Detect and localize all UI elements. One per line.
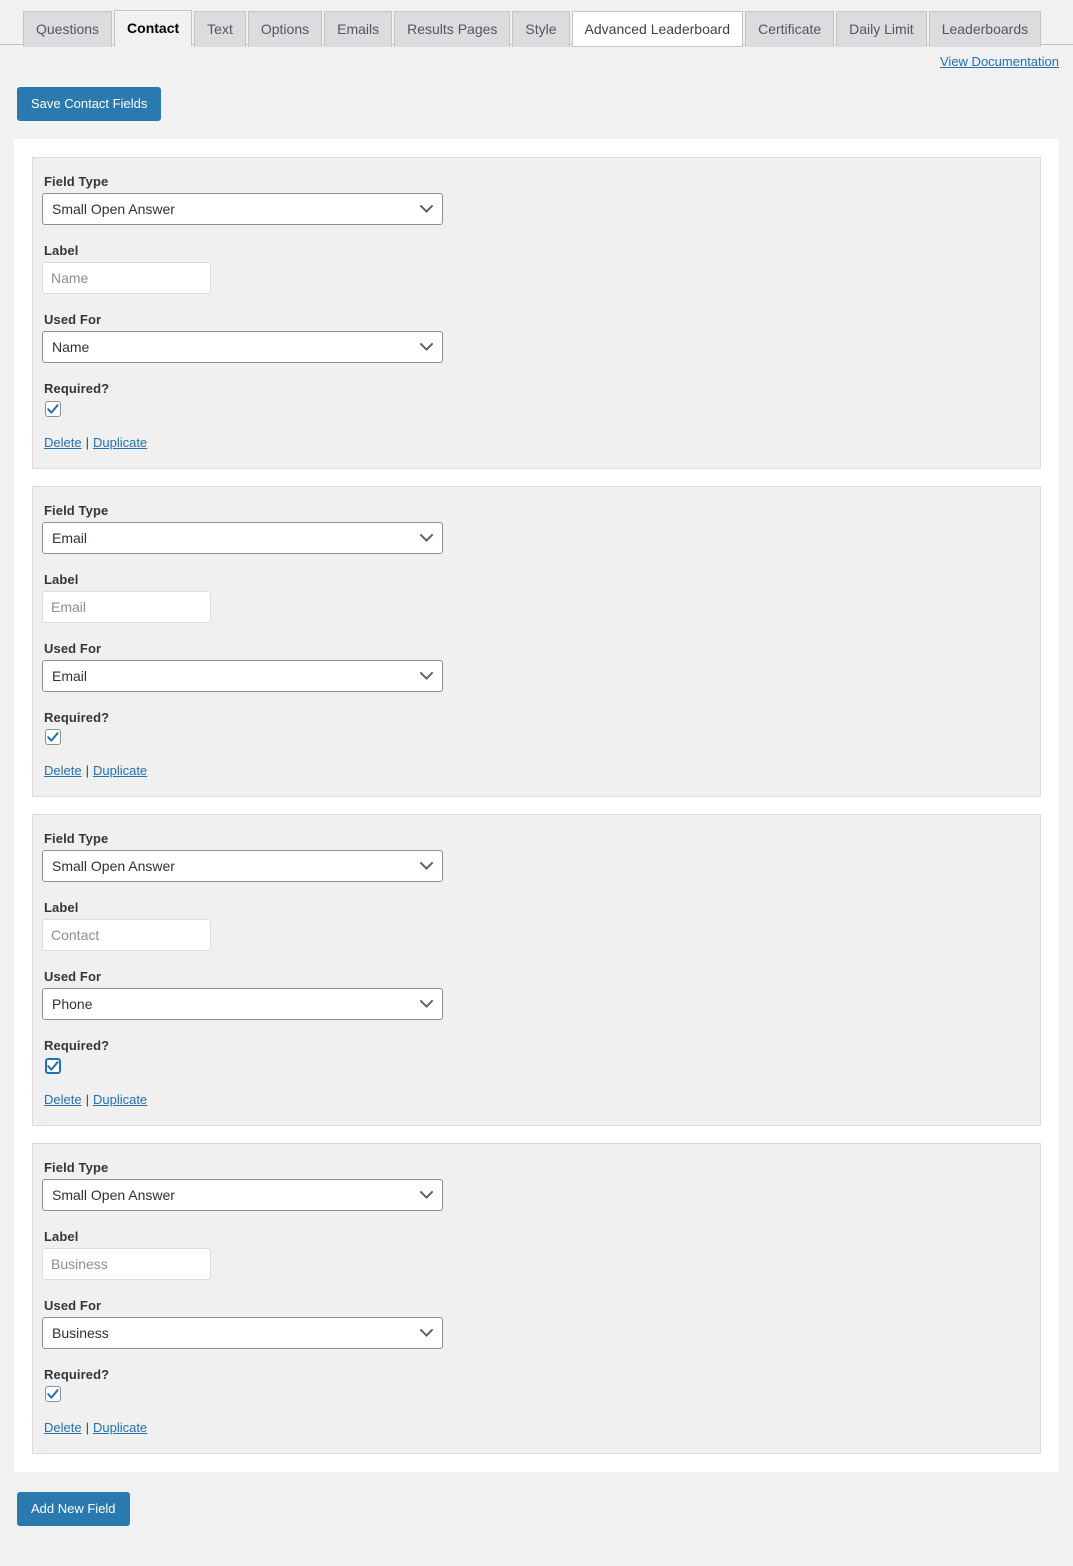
- field-type-value: Small Open Answer: [52, 858, 175, 875]
- required-checkbox-wrap: [45, 1057, 1022, 1074]
- page-root: Questions Contact Text Options Emails Results…: [0, 0, 1073, 1566]
- tab-contact[interactable]: Contact: [114, 10, 193, 47]
- required-checkbox[interactable]: [45, 729, 61, 746]
- duplicate-link[interactable]: Duplicate: [93, 1092, 147, 1107]
- action-separator: |: [85, 1091, 89, 1107]
- field-type-value: Small Open Answer: [52, 201, 175, 217]
- duplicate-link[interactable]: Duplicate: [93, 435, 147, 450]
- used-for-value: Phone: [52, 996, 93, 1013]
- required-label: Required?: [44, 381, 110, 396]
- label-label: Label: [44, 1228, 79, 1244]
- documentation-row: View Documentation: [0, 45, 1073, 79]
- label-input[interactable]: [42, 262, 211, 294]
- check-icon: [46, 1059, 60, 1073]
- field-type-value: Email: [52, 529, 88, 546]
- duplicate-link[interactable]: Duplicate: [93, 1420, 147, 1435]
- used-for-value: Name: [52, 339, 90, 355]
- used-for-label: Used For: [44, 969, 102, 985]
- save-contact-fields-button[interactable]: Save Contact Fields: [17, 87, 162, 121]
- label-label: Label: [44, 900, 79, 916]
- tab-leaderboards[interactable]: Leaderboards: [928, 11, 1042, 47]
- used-for-label: Used For: [44, 312, 102, 327]
- delete-link[interactable]: Delete: [44, 763, 82, 778]
- action-separator: |: [85, 1420, 89, 1436]
- label-label: Label: [44, 571, 79, 587]
- required-label: Required?: [44, 1366, 110, 1382]
- required-checkbox-wrap: [45, 1386, 1022, 1403]
- chevron-down-icon: [419, 1318, 433, 1348]
- action-separator: |: [85, 434, 89, 450]
- tab-bar: Questions Contact Text Options Emails Results…: [0, 0, 1073, 47]
- field-panel: Field Type Email Label Used For Email Require…: [32, 485, 1041, 798]
- field-type-select[interactable]: Email: [42, 521, 443, 554]
- tab-advanced-leaderboard[interactable]: Advanced Leaderboard: [571, 11, 744, 47]
- chevron-down-icon: [419, 523, 433, 553]
- row-actions: Delete | Duplicate: [44, 435, 1022, 450]
- tab-text[interactable]: Text: [194, 11, 246, 47]
- save-button-row: Save Contact Fields: [0, 79, 1073, 121]
- field-panel: Field Type Small Open Answer Label Used For…: [32, 814, 1041, 1126]
- chevron-down-icon: [419, 661, 433, 691]
- row-actions: Delete | Duplicate: [44, 1420, 1022, 1435]
- tab-emails[interactable]: Emails: [324, 11, 393, 47]
- label-label: Label: [44, 243, 79, 258]
- field-type-value: Small Open Answer: [52, 1186, 175, 1203]
- label-input[interactable]: [42, 590, 211, 623]
- chevron-down-icon: [419, 851, 433, 881]
- chevron-down-icon: [419, 332, 433, 362]
- used-for-label: Used For: [44, 1297, 102, 1313]
- required-checkbox[interactable]: [45, 1386, 61, 1403]
- tab-questions[interactable]: Questions: [23, 11, 113, 47]
- contact-fields-card: Field Type Small Open Answer Label Used For…: [14, 139, 1059, 1473]
- label-input[interactable]: [42, 1247, 211, 1280]
- chevron-down-icon: [419, 1180, 433, 1210]
- required-checkbox[interactable]: [45, 1057, 61, 1074]
- tab-options[interactable]: Options: [247, 11, 323, 47]
- row-actions: Delete | Duplicate: [44, 763, 1022, 778]
- required-label: Required?: [44, 1038, 110, 1054]
- duplicate-link[interactable]: Duplicate: [93, 763, 147, 778]
- add-field-row: Add New Field: [0, 1472, 1073, 1527]
- required-checkbox-wrap: [45, 400, 1022, 417]
- field-type-label: Field Type: [44, 502, 109, 518]
- tab-style[interactable]: Style: [512, 11, 570, 47]
- row-actions: Delete | Duplicate: [44, 1092, 1022, 1107]
- tab-results-pages[interactable]: Results Pages: [394, 11, 511, 47]
- field-type-label: Field Type: [44, 174, 109, 189]
- field-panel: Field Type Small Open Answer Label Used For…: [32, 157, 1041, 469]
- required-checkbox-wrap: [45, 729, 1022, 746]
- used-for-select[interactable]: Business: [42, 1316, 443, 1349]
- delete-link[interactable]: Delete: [44, 1092, 82, 1107]
- required-checkbox[interactable]: [45, 400, 61, 417]
- check-icon: [46, 1387, 60, 1401]
- delete-link[interactable]: Delete: [44, 1420, 82, 1435]
- used-for-value: Email: [52, 667, 88, 684]
- field-type-label: Field Type: [44, 831, 109, 847]
- label-input[interactable]: [42, 919, 211, 952]
- field-panel-list: Field Type Small Open Answer Label Used For…: [32, 157, 1041, 1455]
- action-separator: |: [85, 763, 89, 779]
- field-type-select[interactable]: Small Open Answer: [42, 1178, 443, 1211]
- used-for-value: Business: [52, 1324, 109, 1341]
- field-type-select[interactable]: Small Open Answer: [42, 193, 443, 225]
- delete-link[interactable]: Delete: [44, 435, 82, 450]
- required-label: Required?: [44, 709, 110, 725]
- check-icon: [46, 402, 60, 416]
- chevron-down-icon: [419, 194, 433, 224]
- chevron-down-icon: [419, 989, 433, 1019]
- used-for-select[interactable]: Phone: [42, 988, 443, 1021]
- field-type-select[interactable]: Small Open Answer: [42, 850, 443, 883]
- used-for-label: Used For: [44, 640, 102, 656]
- used-for-select[interactable]: Name: [42, 331, 443, 363]
- field-type-label: Field Type: [44, 1159, 109, 1175]
- tab-daily-limit[interactable]: Daily Limit: [836, 11, 927, 47]
- add-new-field-button[interactable]: Add New Field: [17, 1492, 130, 1527]
- view-documentation-link[interactable]: View Documentation: [940, 54, 1059, 69]
- used-for-select[interactable]: Email: [42, 659, 443, 692]
- field-panel: Field Type Small Open Answer Label Used For…: [32, 1142, 1041, 1455]
- check-icon: [46, 730, 60, 744]
- tab-certificate[interactable]: Certificate: [745, 11, 835, 47]
